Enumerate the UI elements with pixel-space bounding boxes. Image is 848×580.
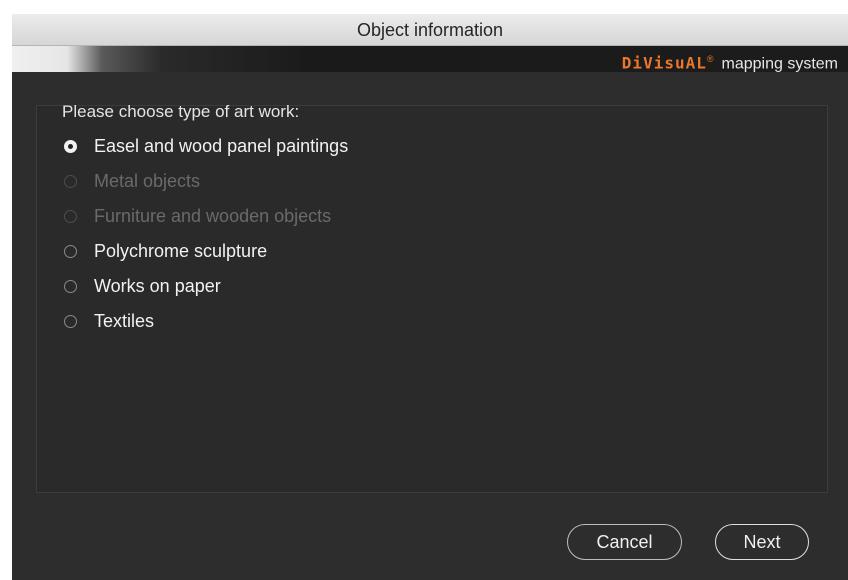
brand-name: DiVisuAL [621,53,707,72]
radio-unchecked-icon[interactable] [64,314,77,328]
next-button[interactable]: Next [715,524,809,560]
cancel-button[interactable]: Cancel [567,524,682,560]
option-textiles[interactable]: Textiles [64,309,154,333]
radio-unchecked-icon[interactable] [64,279,77,293]
brand-banner: DiVisuAL® mapping system [12,46,848,72]
art-type-prompt: Please choose type of art work: [62,102,300,121]
title-bar: Object information [12,14,848,46]
radio-checked-icon[interactable] [64,139,77,153]
option-label: Works on paper [94,275,221,296]
option-label: Easel and wood panel paintings [94,135,349,156]
option-polychrome-sculpture[interactable]: Polychrome sculpture [64,239,267,263]
option-label: Furniture and wooden objects [94,205,332,226]
brand-registered-mark: ® [706,54,714,64]
option-label: Textiles [94,310,155,331]
option-label: Polychrome sculpture [94,240,268,261]
dialog-window: Object information DiVisuAL® mapping syst… [12,14,848,580]
option-furniture-wooden-objects: Furniture and wooden objects [64,204,331,228]
window-title: Object information [356,20,504,40]
brand-tagline: mapping system [721,55,839,72]
radio-unchecked-icon[interactable] [64,244,77,258]
option-works-on-paper[interactable]: Works on paper [64,274,221,298]
brand-logo: DiVisuAL® mapping system [622,46,838,72]
option-metal-objects: Metal objects [64,169,200,193]
option-easel-paintings[interactable]: Easel and wood panel paintings [64,134,348,158]
option-label: Metal objects [94,170,201,191]
radio-disabled-icon [64,174,77,188]
options-panel [36,105,828,493]
radio-disabled-icon [64,209,77,223]
